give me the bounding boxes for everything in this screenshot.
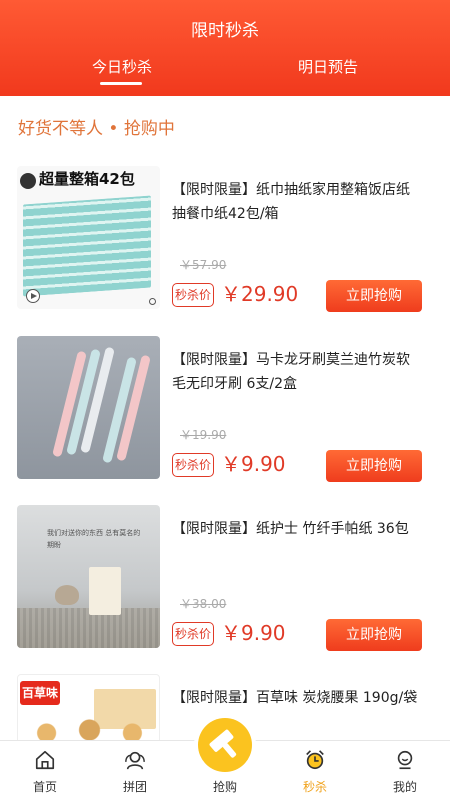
original-price: ￥57.90: [180, 258, 227, 272]
buy-now-button[interactable]: 立即抢购: [326, 280, 422, 312]
nav-flash-sale[interactable]: 秒杀: [270, 741, 360, 800]
nav-label: 秒杀: [302, 780, 327, 794]
header: 限时秒杀 今日秒杀 明日预告: [0, 0, 450, 96]
alarm-clock-icon: [306, 750, 324, 770]
play-icon[interactable]: [26, 289, 40, 303]
original-price: ￥19.90: [180, 428, 227, 442]
nav-label: 抢购: [212, 780, 237, 794]
page-title: 限时秒杀: [191, 21, 259, 41]
image-caption: 我们对送你的东西 总有莫名的期盼: [47, 529, 141, 549]
buy-now-button[interactable]: 立即抢购: [326, 619, 422, 651]
image-badge: 超量整箱42包: [39, 170, 135, 188]
tab-tomorrow[interactable]: 明日预告: [258, 56, 398, 77]
nav-label: 首页: [32, 780, 57, 794]
nav-label: 我的: [392, 780, 417, 794]
flash-price: ￥29.90: [221, 282, 299, 306]
fab-circle: [198, 718, 252, 772]
flash-price: ￥9.90: [221, 452, 286, 476]
tissue-stack-graphic: [23, 195, 151, 297]
original-price: ￥38.00: [180, 597, 227, 611]
flash-price-tag: 秒杀价: [172, 622, 215, 646]
flash-price-tag: 秒杀价: [172, 283, 215, 307]
product-card[interactable]: 【限时限量】马卡龙牙刷莫兰迪竹炭软毛无印牙刷 6支/2盒 ￥19.90 秒杀价 …: [0, 336, 450, 486]
nav-group-buy[interactable]: 拼团: [90, 741, 180, 800]
flash-price: ￥9.90: [221, 621, 286, 645]
hammer-icon: [209, 729, 237, 758]
flash-price-tag: 秒杀价: [172, 453, 215, 477]
home-icon: [35, 750, 55, 770]
crown-icon: [20, 173, 36, 189]
nav-label: 拼团: [122, 780, 147, 794]
product-image[interactable]: 超量整箱42包: [17, 166, 160, 309]
brand-logo: 百草味: [20, 681, 60, 705]
zoom-icon: [149, 298, 156, 305]
product-title[interactable]: 【限时限量】纸巾抽纸家用整箱饭店纸抽餐巾纸42包/箱: [172, 178, 422, 226]
product-image[interactable]: [17, 336, 160, 479]
nav-mine[interactable]: 我的: [360, 741, 450, 800]
section-title: 好货不等人 • 抢购中: [18, 119, 175, 139]
group-icon: [125, 751, 145, 770]
nav-home[interactable]: 首页: [0, 741, 90, 800]
product-title[interactable]: 【限时限量】马卡龙牙刷莫兰迪竹炭软毛无印牙刷 6支/2盒: [172, 348, 422, 396]
tab-bar: 今日秒杀 明日预告: [0, 56, 450, 90]
bird-graphic: [55, 585, 79, 605]
rush-buy-fab[interactable]: [194, 714, 256, 776]
product-card[interactable]: 我们对送你的东西 总有莫名的期盼 【限时限量】纸护士 竹纤手帕纸 36包 ￥38…: [0, 505, 450, 655]
product-title[interactable]: 【限时限量】百草味 炭烧腰果 190g/袋: [172, 686, 422, 710]
product-image[interactable]: 我们对送你的东西 总有莫名的期盼: [17, 505, 160, 648]
buy-now-button[interactable]: 立即抢购: [326, 450, 422, 482]
product-title[interactable]: 【限时限量】纸护士 竹纤手帕纸 36包: [172, 517, 422, 541]
tissue-pack-graphic: [89, 567, 121, 615]
user-icon: [397, 750, 413, 770]
tab-today[interactable]: 今日秒杀: [52, 56, 192, 77]
product-card[interactable]: 超量整箱42包 【限时限量】纸巾抽纸家用整箱饭店纸抽餐巾纸42包/箱 ￥57.9…: [0, 166, 450, 316]
active-tab-indicator: [100, 82, 142, 85]
